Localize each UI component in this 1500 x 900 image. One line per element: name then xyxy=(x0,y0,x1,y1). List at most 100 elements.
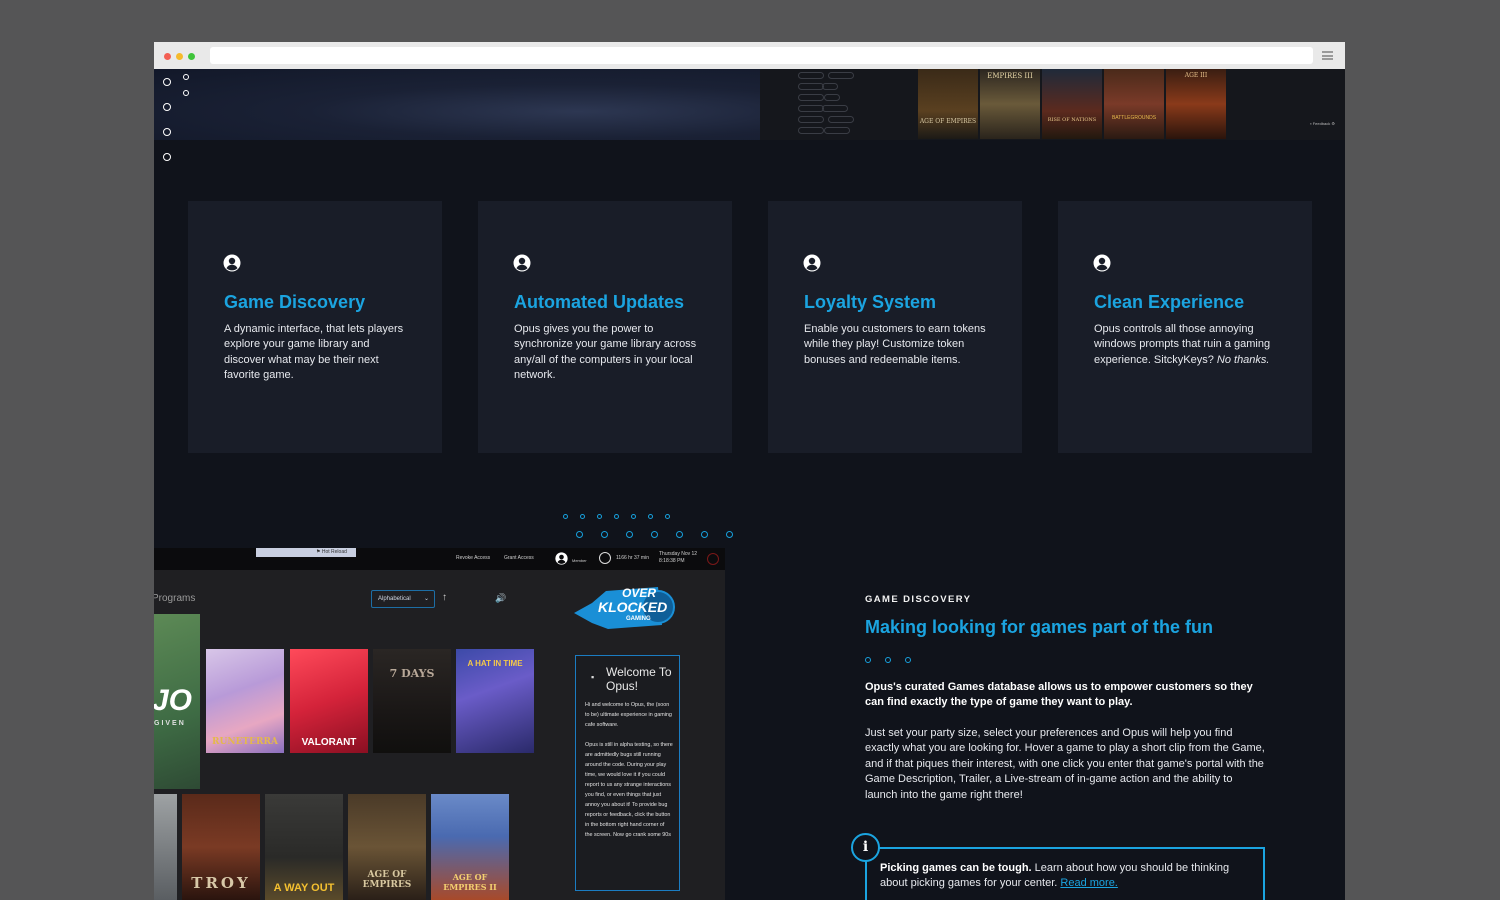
decor-ring xyxy=(183,90,189,96)
feature-text: Enable you customers to earn tokens whil… xyxy=(804,323,986,366)
game-tile-valorant[interactable]: VALORANT xyxy=(290,649,368,753)
decor-dot xyxy=(614,514,619,519)
decor-dot xyxy=(648,514,653,519)
decor-ring xyxy=(163,128,171,136)
hero-app-preview: AGE OF EMPIRES EMPIRES III RISE OF NATIO… xyxy=(760,69,1345,140)
decor-dot xyxy=(576,531,583,538)
decor-dot xyxy=(597,514,602,519)
game-tile-a-hat-in-time[interactable]: A HAT IN TIME xyxy=(456,649,534,753)
decor-ring xyxy=(163,103,171,111)
feature-title: Clean Experience xyxy=(1094,292,1245,312)
game-tile-troy[interactable]: TROY xyxy=(182,794,260,900)
volume-icon[interactable]: 🔊 xyxy=(495,593,506,604)
feature-title: Loyalty System xyxy=(804,292,937,312)
game-tile-age-of-empires[interactable]: AGE OF EMPIRES xyxy=(348,794,426,900)
filter-chip xyxy=(828,72,854,79)
game-tile-runeterra[interactable]: RUNETERRA xyxy=(206,649,284,753)
user-icon xyxy=(513,254,531,272)
app-screenshot: ⚑ Hot Reload Revoke Access Grant Access … xyxy=(154,548,725,900)
browser-window: AGE OF EMPIRES EMPIRES III RISE OF NATIO… xyxy=(154,42,1345,900)
game-tile-age-of-empires-ii[interactable]: AGE OF EMPIRES II xyxy=(431,794,509,900)
game-cover: EMPIRES III xyxy=(980,69,1040,139)
user-icon xyxy=(1093,254,1111,272)
dev-toolbar: ⚑ Hot Reload xyxy=(256,548,356,557)
feedback-link[interactable]: ▪ Feedback ⚙ xyxy=(1310,121,1335,126)
session-timer: 1166 hr 37 min xyxy=(616,555,649,561)
hero-banner: AGE OF EMPIRES EMPIRES III RISE OF NATIO… xyxy=(154,69,1345,140)
welcome-title: Welcome To Opus! xyxy=(606,665,672,693)
feature-card-game-discovery: Game Discovery A dynamic interface, that… xyxy=(188,201,442,453)
feature-title: Automated Updates xyxy=(514,292,685,312)
date-text: Thursday Nov 12 xyxy=(659,551,698,557)
read-more-link[interactable]: Read more. xyxy=(1060,877,1117,889)
close-dot[interactable] xyxy=(164,53,171,60)
decor-dot xyxy=(665,514,670,519)
feature-card-automated-updates: Automated Updates Opus gives you the pow… xyxy=(478,201,732,453)
sort-select[interactable]: Alphabetical ⌄ xyxy=(371,590,435,608)
game-cover: BATTLEGROUNDS xyxy=(1104,69,1164,139)
feature-card-clean-experience: Clean Experience Opus controls all those… xyxy=(1058,201,1312,453)
address-bar[interactable] xyxy=(210,47,1313,64)
message-icon: ▪ xyxy=(591,672,595,682)
filter-chip xyxy=(824,127,850,134)
sort-direction-icon[interactable]: ↑ xyxy=(442,592,447,603)
decor-dot xyxy=(701,531,708,538)
programs-heading: Programs xyxy=(154,593,196,604)
decor-dot xyxy=(885,657,891,663)
browser-toolbar xyxy=(154,42,1345,69)
filter-chip xyxy=(798,105,824,112)
grant-access-button[interactable]: Grant Access xyxy=(504,555,534,561)
user-name: Member xyxy=(572,558,587,563)
decor-dot xyxy=(631,514,636,519)
decor-dot xyxy=(626,531,633,538)
decor-dot xyxy=(905,657,911,663)
game-cover: AGE OF EMPIRES xyxy=(918,69,978,139)
filter-chip xyxy=(822,83,838,90)
menu-icon[interactable] xyxy=(1322,51,1333,60)
time-text: 8:18:38 PM xyxy=(659,558,685,564)
clock-icon xyxy=(599,552,611,564)
overklocked-logo: OVER KLOCKED GAMING xyxy=(572,583,684,631)
minimize-dot[interactable] xyxy=(176,53,183,60)
filter-chip xyxy=(824,94,840,101)
filter-chip xyxy=(822,105,848,112)
filter-chip xyxy=(828,116,854,123)
game-cover: RISE OF NATIONS xyxy=(1042,69,1102,139)
feature-card-loyalty-system: Loyalty System Enable you customers to e… xyxy=(768,201,1022,453)
game-tile-7-days[interactable]: 7 DAYS xyxy=(373,649,451,753)
power-icon[interactable] xyxy=(707,553,719,565)
avatar-icon[interactable] xyxy=(555,552,568,565)
feature-text: A dynamic interface, that lets players e… xyxy=(224,323,404,382)
maximize-dot[interactable] xyxy=(188,53,195,60)
game-tile[interactable]: JO GIVEN xyxy=(154,614,200,789)
filter-chip xyxy=(798,94,824,101)
section-body: Just set your party size, select your pr… xyxy=(865,727,1265,801)
section-eyebrow: GAME DISCOVERY xyxy=(865,594,972,605)
game-tile[interactable] xyxy=(154,794,177,900)
decor-ring xyxy=(163,78,171,86)
tip-callout: Picking games can be tough. Learn about … xyxy=(865,847,1265,900)
welcome-panel: ▪ Welcome To Opus! Hi and welcome to Opu… xyxy=(575,655,680,891)
decor-dot xyxy=(865,657,871,663)
filter-chip xyxy=(798,116,824,123)
decor-ring xyxy=(163,153,171,161)
feature-title: Game Discovery xyxy=(224,292,366,312)
info-icon: i xyxy=(851,833,880,862)
feature-text: Opus gives you the power to synchronize … xyxy=(514,323,697,382)
decor-dot xyxy=(563,514,568,519)
filter-chip xyxy=(798,127,824,134)
welcome-text: Hi and welcome to Opus, the (soon to be)… xyxy=(585,702,673,838)
tip-text: Picking games can be tough. Learn about … xyxy=(880,862,1230,890)
decor-dot xyxy=(580,514,585,519)
section-headline: Making looking for games part of the fun xyxy=(865,617,1214,637)
app-topbar: ⚑ Hot Reload Revoke Access Grant Access … xyxy=(154,548,725,570)
revoke-access-button[interactable]: Revoke Access xyxy=(456,555,490,561)
hero-image xyxy=(154,69,760,140)
decor-dot xyxy=(726,531,733,538)
section-lead: Opus's curated Games database allows us … xyxy=(865,681,1253,709)
decor-dot xyxy=(676,531,683,538)
game-cover: AGE III xyxy=(1166,69,1226,139)
game-tile-a-way-out[interactable]: A WAY OUT xyxy=(265,794,343,900)
decor-ring xyxy=(183,74,189,80)
page-viewport: AGE OF EMPIRES EMPIRES III RISE OF NATIO… xyxy=(154,69,1345,900)
